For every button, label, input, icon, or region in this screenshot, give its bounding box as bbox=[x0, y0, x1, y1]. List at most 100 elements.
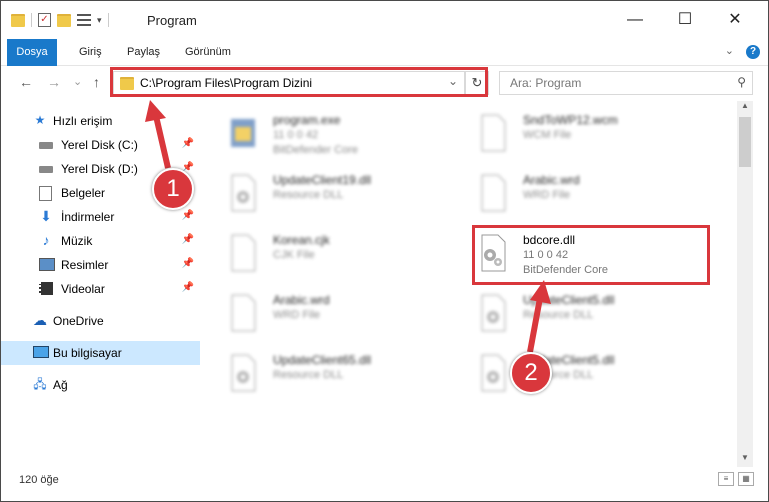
pin-icon[interactable]: 📌 bbox=[182, 210, 194, 221]
customize-icon[interactable] bbox=[77, 14, 91, 26]
drive-icon bbox=[39, 138, 53, 151]
pin-icon[interactable]: 📌 bbox=[182, 234, 194, 245]
dll-icon bbox=[481, 294, 506, 332]
pin-icon[interactable]: 📌 bbox=[182, 282, 194, 293]
help-icon[interactable]: ? bbox=[746, 45, 760, 59]
pin-icon[interactable]: 📌 bbox=[182, 138, 194, 149]
file-name: Arabic.wrd bbox=[523, 173, 580, 187]
view-switcher: ≡ ▦ bbox=[718, 472, 754, 486]
file-name: program.exe bbox=[273, 113, 341, 127]
file-icon bbox=[231, 234, 256, 272]
file-type: WCM File bbox=[523, 129, 572, 141]
close-button[interactable]: ✕ bbox=[715, 7, 755, 33]
download-icon: ⬇ bbox=[40, 208, 52, 224]
file-highlight bbox=[472, 225, 710, 285]
list-item[interactable]: Arabic.wrd WRD File bbox=[203, 289, 438, 347]
properties-check-icon[interactable]: ✓ bbox=[38, 13, 51, 27]
quick-access-toolbar: ✓ ▾ bbox=[11, 13, 109, 27]
title-bar: ✓ ▾ Program — ☐ ✕ bbox=[1, 1, 768, 39]
sidebar-item-label: Ağ bbox=[53, 378, 68, 392]
file-name: SndToWP12.wcm bbox=[523, 113, 618, 127]
file-name: UpdateClient5.dll bbox=[523, 293, 615, 307]
scrollbar-thumb[interactable] bbox=[739, 117, 751, 167]
pictures-icon bbox=[39, 258, 55, 271]
file-type: Resource DLL bbox=[273, 189, 344, 201]
new-folder-icon[interactable] bbox=[57, 13, 71, 27]
cloud-icon: ☁ bbox=[33, 312, 47, 328]
sidebar-item-label: OneDrive bbox=[53, 314, 104, 328]
file-icon bbox=[481, 174, 506, 212]
list-item[interactable]: Arabic.wrd WRD File bbox=[453, 169, 688, 227]
tab-home[interactable]: Giriş bbox=[79, 39, 102, 65]
minimize-button[interactable]: — bbox=[615, 7, 655, 33]
list-item[interactable]: SndToWP12.wcm WCM File bbox=[453, 109, 688, 167]
sidebar-item-onedrive[interactable]: ☁ OneDrive bbox=[1, 309, 200, 333]
status-bar: 120 öğe ≡ ▦ bbox=[1, 467, 768, 501]
sidebar-item-pictures[interactable]: Resimler 📌 bbox=[1, 253, 200, 277]
sidebar-item-quick-access[interactable]: ★ Hızlı erişim bbox=[1, 109, 200, 133]
folder-icon[interactable] bbox=[11, 13, 25, 27]
list-item[interactable]: UpdateClient19.dll Resource DLL bbox=[203, 169, 438, 227]
sidebar-item-network[interactable]: 🖧 Ağ bbox=[1, 373, 200, 397]
address-bar-highlight bbox=[110, 67, 488, 97]
sidebar-item-label: Yerel Disk (D:) bbox=[61, 162, 138, 176]
pin-icon[interactable]: 📌 bbox=[182, 258, 194, 269]
maximize-button[interactable]: ☐ bbox=[665, 7, 705, 33]
music-icon: ♪ bbox=[42, 232, 50, 248]
step-badge-1: 1 bbox=[152, 168, 194, 210]
sidebar-item-disk-c[interactable]: Yerel Disk (C:) 📌 bbox=[1, 133, 200, 157]
search-placeholder: Ara: Program bbox=[510, 76, 582, 90]
star-icon: ★ bbox=[34, 113, 46, 127]
ribbon: Dosya Giriş Paylaş Görünüm ⌄ ? bbox=[1, 39, 768, 97]
sidebar-item-label: Bu bilgisayar bbox=[53, 346, 122, 360]
chevron-down-icon[interactable]: ⌄ bbox=[725, 44, 734, 57]
sidebar-item-label: İndirmeler bbox=[61, 210, 115, 224]
sidebar-item-videos[interactable]: Videolar 📌 bbox=[1, 277, 200, 301]
sidebar-item-label: Yerel Disk (C:) bbox=[61, 138, 138, 152]
list-item[interactable]: UpdateClient65.dll Resource DLL bbox=[203, 349, 438, 407]
file-icon bbox=[481, 114, 506, 152]
sidebar-item-this-pc[interactable]: Bu bilgisayar bbox=[1, 341, 200, 365]
item-count: 120 öğe bbox=[19, 474, 59, 486]
computer-icon bbox=[33, 346, 49, 359]
dll-icon bbox=[481, 354, 506, 392]
sidebar-item-label: Videolar bbox=[61, 282, 105, 296]
up-button[interactable]: ↑ bbox=[93, 74, 100, 90]
details-view-icon[interactable]: ≡ bbox=[718, 472, 734, 486]
file-name: Arabic.wrd bbox=[273, 293, 330, 307]
list-item[interactable]: program.exe 11 0 0 42 BitDefender Core bbox=[203, 109, 438, 167]
list-item[interactable]: UpdateClient5.dll Resource DLL bbox=[453, 289, 688, 347]
list-item[interactable]: UpdateClient5.dll Resource DLL bbox=[453, 349, 688, 407]
drive-icon bbox=[39, 162, 53, 175]
large-icons-view-icon[interactable]: ▦ bbox=[738, 472, 754, 486]
file-icon bbox=[231, 294, 256, 332]
vertical-scrollbar[interactable]: ▲ ▼ bbox=[737, 101, 753, 467]
file-type: WRD File bbox=[523, 189, 571, 201]
scroll-down-icon[interactable]: ▼ bbox=[737, 453, 753, 467]
recent-locations-button[interactable]: ⌄ bbox=[73, 75, 82, 88]
dll-icon bbox=[231, 354, 256, 392]
back-button[interactable]: ← bbox=[19, 74, 33, 90]
search-input[interactable]: Ara: Program ⚲ bbox=[499, 71, 753, 95]
sidebar-item-music[interactable]: ♪ Müzik 📌 bbox=[1, 229, 200, 253]
forward-button[interactable]: → bbox=[47, 74, 61, 90]
file-version: 11 0 0 42 bbox=[273, 129, 319, 141]
separator bbox=[31, 13, 32, 27]
list-item[interactable]: Korean.cjk CJK File bbox=[203, 229, 438, 287]
tab-view[interactable]: Görünüm bbox=[185, 39, 231, 65]
tab-share[interactable]: Paylaş bbox=[127, 39, 160, 65]
file-name: UpdateClient19.dll bbox=[273, 173, 372, 187]
separator bbox=[107, 13, 109, 27]
file-description: BitDefender Core bbox=[273, 144, 358, 156]
step-badge-2: 2 bbox=[510, 352, 552, 394]
file-name: Korean.cjk bbox=[273, 233, 330, 247]
sidebar-item-label: Resimler bbox=[61, 258, 109, 272]
scroll-up-icon[interactable]: ▲ bbox=[737, 101, 753, 115]
file-type: Resource DLL bbox=[273, 369, 344, 381]
chevron-down-icon[interactable]: ▾ bbox=[97, 15, 102, 26]
search-icon[interactable]: ⚲ bbox=[737, 75, 746, 89]
network-icon: 🖧 bbox=[33, 377, 47, 391]
file-type: CJK File bbox=[273, 249, 315, 261]
window-title: Program bbox=[147, 13, 197, 28]
sidebar-item-label: Belgeler bbox=[61, 186, 106, 200]
